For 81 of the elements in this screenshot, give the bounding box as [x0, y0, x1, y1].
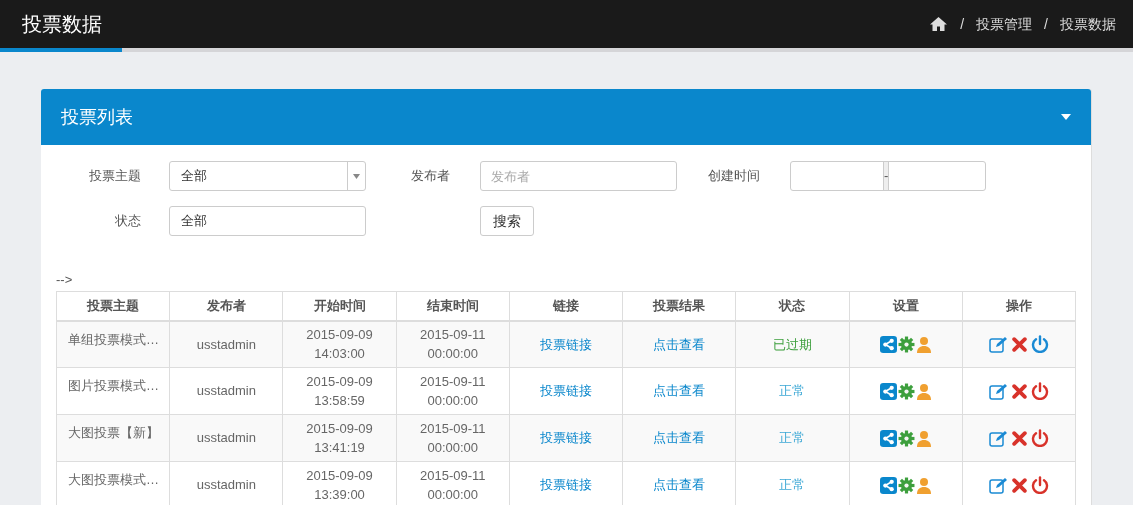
range-separator: -	[883, 162, 890, 190]
table-cell: usstadmin	[196, 430, 256, 446]
view-results-link[interactable]: 点击查看	[653, 477, 706, 493]
table-cell: 大图投票【新】	[68, 425, 159, 440]
caret-icon[interactable]	[1061, 114, 1071, 120]
share-icon[interactable]	[879, 429, 897, 447]
table-cell-text: 2015-09-11 00:00:00	[419, 420, 487, 457]
status-text: 已过期	[772, 336, 812, 352]
edit-icon[interactable]	[988, 382, 1008, 400]
power-icon[interactable]	[1030, 335, 1049, 354]
view-results-link[interactable]: 点击查看	[653, 430, 706, 446]
topic-select[interactable]: 全部	[169, 161, 366, 191]
column-header: 发布者	[206, 298, 246, 313]
delete-icon[interactable]	[1011, 383, 1027, 399]
edit-icon[interactable]	[988, 429, 1008, 447]
vote-link[interactable]: 投票链接	[540, 336, 592, 352]
table-cell: usstadmin	[196, 336, 256, 352]
share-icon[interactable]	[879, 382, 897, 400]
user-icon[interactable]	[915, 476, 932, 494]
table-cell-text: 2015-09-09 13:41:19	[305, 420, 374, 457]
table-cell-text: 2015-09-11 00:00:00	[419, 467, 487, 504]
status-text: 正常	[779, 430, 806, 446]
dropdown-arrow-icon	[353, 173, 360, 179]
stray-text: -->	[56, 272, 73, 287]
delete-icon[interactable]	[1011, 430, 1027, 446]
home-icon[interactable]	[929, 16, 949, 32]
share-icon[interactable]	[879, 476, 897, 494]
column-header: 投票结果	[653, 298, 706, 313]
column-header: 结束时间	[426, 298, 479, 313]
column-header: 链接	[553, 298, 579, 313]
gear-icon[interactable]	[897, 476, 915, 494]
user-icon[interactable]	[915, 429, 932, 447]
column-header: 开始时间	[313, 298, 366, 313]
vote-link[interactable]: 投票链接	[540, 477, 592, 493]
publisher-field[interactable]: 发布者	[480, 161, 677, 191]
view-results-link[interactable]: 点击查看	[653, 383, 706, 399]
field-label: 投票主题	[88, 167, 141, 186]
gear-icon[interactable]	[897, 382, 915, 400]
search-button[interactable]: 搜索	[480, 206, 534, 236]
status-text: 正常	[779, 477, 806, 493]
page-title: 投票数据	[21, 12, 103, 37]
status-select[interactable]: 全部	[169, 206, 366, 236]
breadcrumb-item[interactable]: 投票管理	[976, 13, 1033, 35]
table-cell-text: 2015-09-11 00:00:00	[419, 373, 487, 410]
column-header: 投票主题	[87, 298, 140, 313]
column-header: 操作	[1005, 298, 1032, 313]
share-icon[interactable]	[879, 335, 897, 353]
breadcrumb-item[interactable]: 投票数据	[1060, 13, 1116, 35]
delete-icon[interactable]	[1011, 336, 1027, 352]
gear-icon[interactable]	[897, 335, 915, 353]
delete-icon[interactable]	[1011, 477, 1027, 493]
panel-title: 投票列表	[61, 105, 133, 129]
breadcrumb-separator: /	[959, 14, 966, 34]
field-label: 发布者	[411, 167, 451, 186]
user-icon[interactable]	[915, 335, 932, 353]
view-results-link[interactable]: 点击查看	[653, 336, 706, 352]
table-cell: usstadmin	[196, 383, 256, 399]
table-cell: usstadmin	[196, 477, 256, 493]
power-icon[interactable]	[1030, 429, 1049, 447]
user-icon[interactable]	[915, 382, 932, 400]
gear-icon[interactable]	[897, 429, 915, 447]
table-cell: 单组投票模式…	[68, 331, 159, 347]
table-cell-text: 2015-09-11 00:00:00	[419, 326, 487, 364]
power-icon[interactable]	[1030, 382, 1049, 400]
column-header: 设置	[892, 298, 919, 313]
status-text: 正常	[779, 383, 806, 399]
field-label: 创建时间	[708, 167, 761, 186]
column-header: 状态	[779, 298, 806, 313]
edit-icon[interactable]	[988, 476, 1008, 494]
date-range-field[interactable]: -	[790, 161, 986, 191]
breadcrumb-separator: /	[1043, 14, 1049, 34]
table-cell-text: 2015-09-09 14:03:00	[305, 326, 374, 364]
field-label: 状态	[114, 212, 141, 231]
vote-link[interactable]: 投票链接	[540, 383, 592, 399]
table-cell: 大图投票模式…	[68, 472, 159, 487]
table-cell: 图片投票模式…	[68, 378, 159, 393]
table-cell-text: 2015-09-09 13:39:00	[305, 467, 374, 504]
vote-link[interactable]: 投票链接	[540, 430, 592, 446]
table-cell-text: 2015-09-09 13:58:59	[305, 373, 374, 410]
power-icon[interactable]	[1030, 476, 1049, 494]
edit-icon[interactable]	[988, 335, 1008, 353]
